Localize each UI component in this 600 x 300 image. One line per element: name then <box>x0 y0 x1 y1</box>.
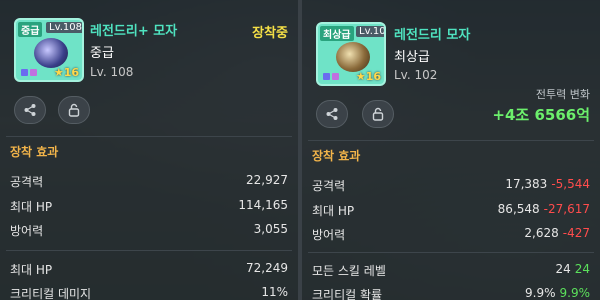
level-tag: Lv.102 <box>356 26 384 37</box>
stat-label: 크리티컬 확률 <box>312 288 383 300</box>
stat-row-max-hp: 최대 HP 114,165 <box>10 198 288 218</box>
stat-value: 9.9% <box>525 286 556 300</box>
item-grade: 중급 <box>90 46 114 61</box>
item-icon[interactable]: 중급 Lv.108 ★16 <box>14 18 84 82</box>
stat-label: 최대 HP <box>312 204 355 218</box>
star-icon: ★16 <box>355 70 381 83</box>
stat-value: 3,055 <box>253 222 288 236</box>
power-change-value: +4조 6566억 <box>492 106 590 124</box>
section-title: 장착 효과 <box>10 145 59 159</box>
stat-label: 최대 HP <box>10 263 53 277</box>
stat-row-crit-rate: 크리티컬 확률 9.9% 9.9% <box>312 286 590 300</box>
hat-icon <box>336 42 370 72</box>
divider <box>308 140 594 141</box>
stat-row-attack: 공격력 22,927 <box>10 173 288 193</box>
divider <box>6 136 292 137</box>
stat-value: 86,548 <box>497 202 540 216</box>
lock-icon <box>68 103 80 117</box>
stat-delta: -427 <box>562 226 590 240</box>
stat-label: 공격력 <box>10 175 44 189</box>
grade-tag: 최상급 <box>320 26 354 41</box>
stat-label: 크리티컬 데미지 <box>10 287 92 300</box>
stat-label: 최대 HP <box>10 200 53 214</box>
lock-button[interactable] <box>58 96 90 124</box>
divider <box>6 250 292 251</box>
option-dots <box>21 69 37 76</box>
stat-value: 17,383 <box>505 177 548 191</box>
item-grade: 최상급 <box>394 50 430 65</box>
item-icon[interactable]: 최상급 Lv.102 ★16 <box>316 22 386 86</box>
stat-value: 11% <box>261 285 288 299</box>
level-tag: Lv.108 <box>46 22 82 33</box>
stat-row-defense: 방어력 2,628 -427 <box>312 226 590 246</box>
item-level: Lv. 102 <box>394 68 438 82</box>
stat-row-max-hp: 최대 HP 86,548 -27,617 <box>312 202 590 222</box>
divider <box>308 252 594 253</box>
stat-delta: 9.9% <box>559 286 591 300</box>
section-title: 장착 효과 <box>312 149 361 163</box>
option-dots <box>323 73 339 80</box>
share-button[interactable] <box>316 100 348 128</box>
stat-row-defense: 방어력 3,055 <box>10 222 288 242</box>
stat-value: 2,628 <box>524 226 559 240</box>
equipped-badge: 장착중 <box>252 26 288 41</box>
stat-delta: -27,617 <box>543 202 590 216</box>
power-change-label: 전투력 변화 <box>535 88 590 101</box>
item-name: 레전드리 모자 <box>394 28 471 43</box>
stat-value: 22,927 <box>246 173 288 187</box>
share-button[interactable] <box>14 96 46 124</box>
item-name: 레전드리+ 모자 <box>90 24 178 39</box>
star-icon: ★16 <box>53 66 79 79</box>
hat-icon <box>34 38 68 68</box>
stat-label: 방어력 <box>312 228 346 242</box>
stat-delta: 24 <box>574 262 590 276</box>
lock-icon <box>372 107 384 121</box>
stat-value: 24 <box>555 262 571 276</box>
stat-row-all-skill-level: 모든 스킬 레벨 24 24 <box>312 262 590 282</box>
star-count: 16 <box>365 70 381 83</box>
lock-button[interactable] <box>362 100 394 128</box>
compare-item-panel: 최상급 Lv.102 ★16 레전드리 모자 최상급 Lv. 102 전투력 변… <box>302 0 600 300</box>
item-level: Lv. 108 <box>90 65 134 79</box>
stat-row-extra-hp: 최대 HP 72,249 <box>10 261 288 281</box>
share-icon <box>326 108 338 120</box>
star-count: 16 <box>63 66 79 79</box>
stat-label: 모든 스킬 레벨 <box>312 264 386 278</box>
share-icon <box>24 104 36 116</box>
stat-label: 방어력 <box>10 224 44 238</box>
grade-tag: 중급 <box>18 22 43 37</box>
equipped-item-panel: 중급 Lv.108 ★16 레전드리+ 모자 중급 Lv. 108 장착중 장착… <box>0 0 298 300</box>
stat-value: 114,165 <box>238 198 288 212</box>
stat-delta: -5,544 <box>551 177 590 191</box>
stat-value: 72,249 <box>246 261 288 275</box>
stat-row-crit-damage: 크리티컬 데미지 11% <box>10 285 288 300</box>
stat-row-attack: 공격력 17,383 -5,544 <box>312 177 590 197</box>
stat-label: 공격력 <box>312 179 346 193</box>
